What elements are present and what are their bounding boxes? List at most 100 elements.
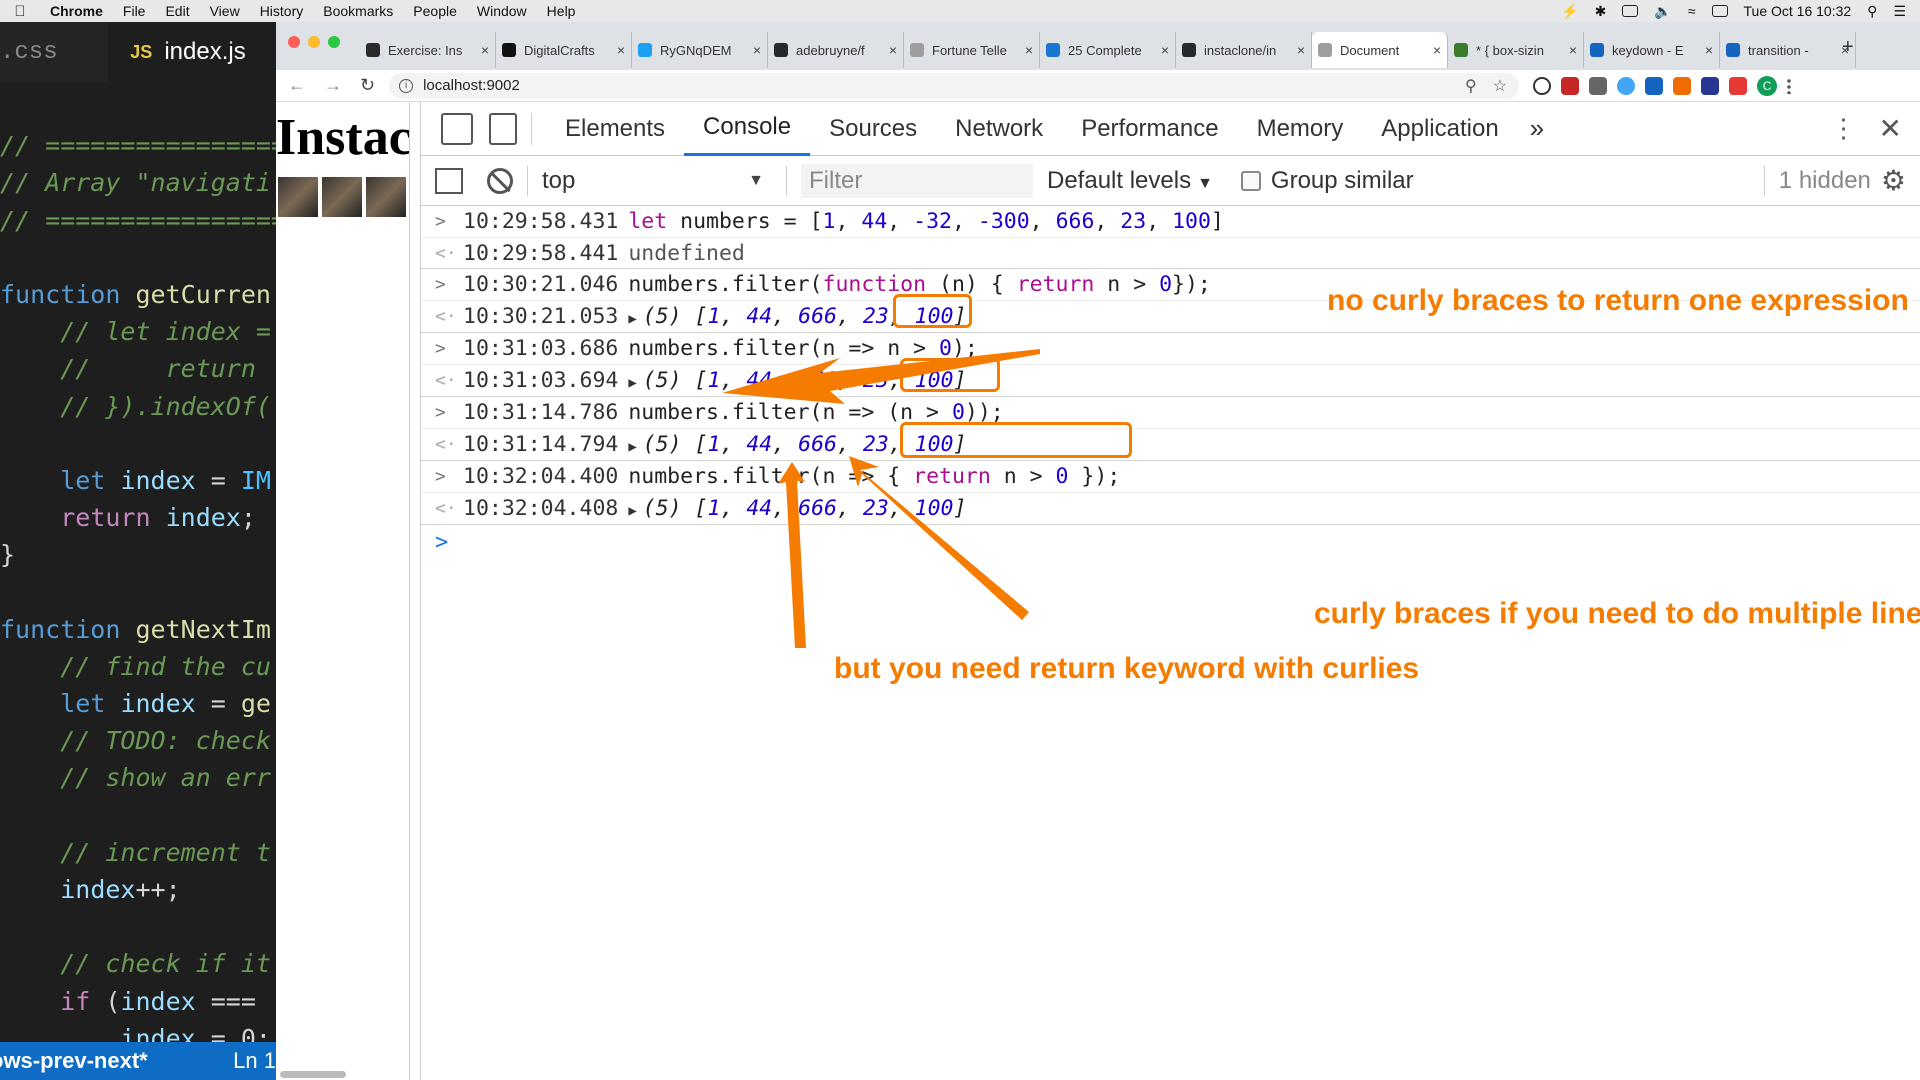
menu-history[interactable]: History	[250, 3, 314, 19]
code-area[interactable]: // ===================// Array "navigati…	[0, 82, 276, 1080]
extension-3-icon[interactable]	[1589, 76, 1608, 95]
clock[interactable]: Tue Oct 16 10:32	[1744, 3, 1852, 19]
ublock-icon[interactable]	[1561, 76, 1580, 95]
browser-tab[interactable]: instaclone/in ×	[1176, 32, 1312, 68]
close-tab-icon[interactable]: ×	[1025, 42, 1033, 58]
honey-extension-icon[interactable]	[1673, 76, 1692, 95]
browser-tab[interactable]: Exercise: Ins ×	[360, 32, 496, 68]
gear-icon[interactable]: ⚙	[1881, 164, 1920, 197]
tab-console[interactable]: Console	[684, 102, 811, 156]
browser-tab[interactable]: adebruyne/f ×	[768, 32, 904, 68]
tab-memory[interactable]: Memory	[1238, 102, 1363, 156]
close-window-button[interactable]	[288, 36, 300, 48]
more-tabs-icon[interactable]: »	[1518, 113, 1556, 144]
inspect-element-icon[interactable]	[441, 112, 473, 145]
bluetooth-icon[interactable]: ✱	[1595, 3, 1607, 20]
menu-view[interactable]: View	[200, 3, 250, 19]
bolt-icon[interactable]: ⚡	[1561, 3, 1578, 20]
tab-network[interactable]: Network	[936, 102, 1062, 156]
group-similar-checkbox[interactable]	[1240, 170, 1261, 191]
menu-edit[interactable]: Edit	[155, 3, 199, 19]
extension-7-icon[interactable]	[1701, 76, 1720, 95]
apple-menu-icon[interactable]: 	[0, 3, 40, 20]
calendar-extension-icon[interactable]	[1645, 76, 1664, 95]
browser-tab[interactable]: transition - ×	[1720, 32, 1856, 68]
console-prompt[interactable]: >	[421, 525, 1920, 559]
new-tab-button[interactable]: +	[1842, 36, 1854, 59]
close-tab-icon[interactable]: ×	[1433, 42, 1441, 58]
editor-tab-index-js[interactable]: JS index.js	[108, 22, 276, 82]
battery-icon[interactable]	[1711, 5, 1728, 17]
tab-sources[interactable]: Sources	[810, 102, 936, 156]
git-branch[interactable]: ows-prev-next*	[0, 1048, 148, 1074]
browser-tab[interactable]: RyGNqDEM ×	[632, 32, 768, 68]
menu-chrome[interactable]: Chrome	[40, 3, 113, 19]
close-tab-icon[interactable]: ×	[1569, 42, 1577, 58]
zoom-window-button[interactable]	[328, 36, 340, 48]
close-tab-icon[interactable]: ×	[889, 42, 897, 58]
expand-triangle-icon[interactable]: ▶	[628, 375, 636, 391]
menu-file[interactable]: File	[113, 3, 156, 19]
close-tab-icon[interactable]: ×	[1705, 42, 1713, 58]
show-sidebar-icon[interactable]	[435, 167, 463, 194]
editor-tab-css[interactable]: .css	[0, 39, 108, 66]
device-toolbar-icon[interactable]	[489, 112, 517, 145]
wifi-icon[interactable]: ≈	[1688, 3, 1696, 19]
forward-arrow-icon[interactable]: →	[324, 75, 342, 96]
tab-application[interactable]: Application	[1362, 102, 1517, 156]
thumbnail-image[interactable]	[366, 177, 406, 217]
expand-triangle-icon[interactable]: ▶	[628, 439, 636, 455]
console-output-row[interactable]: <· 10:29:58.441 undefined	[421, 238, 1920, 269]
extension-4-icon[interactable]	[1617, 76, 1636, 95]
notification-list-icon[interactable]: ☰	[1893, 3, 1906, 20]
volume-icon[interactable]: 🔈	[1654, 3, 1671, 20]
profile-avatar[interactable]: C	[1757, 75, 1778, 96]
extension-8-icon[interactable]	[1729, 76, 1748, 95]
menu-help[interactable]: Help	[537, 3, 586, 19]
filter-input[interactable]: Filter	[801, 163, 1033, 198]
clear-console-icon[interactable]	[487, 167, 513, 194]
browser-tab[interactable]: * { box-sizin ×	[1448, 32, 1584, 68]
url-text: localhost:9002	[423, 77, 520, 94]
extension-1-icon[interactable]	[1533, 76, 1552, 95]
close-tab-icon[interactable]: ×	[1161, 42, 1169, 58]
browser-tab[interactable]: Fortune Telle ×	[904, 32, 1040, 68]
tab-elements[interactable]: Elements	[546, 102, 684, 156]
console-array-result[interactable]: ▶ (5) [1, 44, 666, 23, 100]	[628, 496, 966, 521]
close-tab-icon[interactable]: ×	[753, 42, 761, 58]
browser-tab[interactable]: DigitalCrafts ×	[496, 32, 632, 68]
tab-performance[interactable]: Performance	[1062, 102, 1237, 156]
display-icon[interactable]	[1622, 5, 1639, 17]
back-arrow-icon[interactable]: ←	[288, 75, 306, 96]
zoom-icon[interactable]: ⚲	[1465, 76, 1477, 96]
expand-triangle-icon[interactable]: ▶	[628, 311, 636, 327]
expand-triangle-icon[interactable]: ▶	[628, 503, 636, 519]
menu-people[interactable]: People	[403, 3, 467, 19]
search-icon[interactable]: ⚲	[1867, 3, 1877, 20]
close-tab-icon[interactable]: ×	[1297, 42, 1305, 58]
browser-tab[interactable]: keydown - E ×	[1584, 32, 1720, 68]
console-output-row[interactable]: <· 10:32:04.408 ▶ (5) [1, 44, 666, 23, 100]	[421, 493, 1920, 525]
menu-window[interactable]: Window	[467, 3, 537, 19]
address-bar[interactable]: i localhost:9002 ⚲ ☆	[389, 72, 1520, 99]
log-levels-dropdown[interactable]: Default levels ▼	[1047, 167, 1213, 195]
close-tab-icon[interactable]: ×	[617, 42, 625, 58]
devtools-menu-icon[interactable]: ⋮	[1831, 113, 1879, 144]
reload-icon[interactable]: ↻	[360, 75, 375, 96]
thumbnail-image[interactable]	[322, 177, 362, 217]
console-output-row[interactable]: <· 10:31:03.694 ▶ (5) [1, 44, 666, 23, 100]	[421, 365, 1920, 397]
browser-tab[interactable]: 25 Complete ×	[1040, 32, 1176, 68]
context-selector[interactable]: top ▼	[542, 167, 772, 195]
close-tab-icon[interactable]: ×	[481, 42, 489, 58]
close-devtools-icon[interactable]: ✕	[1879, 112, 1920, 145]
thumbnail-image[interactable]	[278, 177, 318, 217]
horizontal-scrollbar[interactable]	[280, 1071, 346, 1078]
console-output-row[interactable]: <· 10:31:14.794 ▶ (5) [1, 44, 666, 23, 100]	[421, 429, 1920, 461]
browser-tab[interactable]: Document ×	[1312, 32, 1448, 68]
minimize-window-button[interactable]	[308, 36, 320, 48]
site-info-icon[interactable]: i	[399, 78, 414, 93]
bookmark-star-icon[interactable]: ☆	[1493, 76, 1507, 96]
menu-bookmarks[interactable]: Bookmarks	[313, 3, 403, 19]
line-indicator[interactable]: Ln 1	[233, 1048, 276, 1074]
chrome-menu-icon[interactable]	[1787, 77, 1792, 94]
